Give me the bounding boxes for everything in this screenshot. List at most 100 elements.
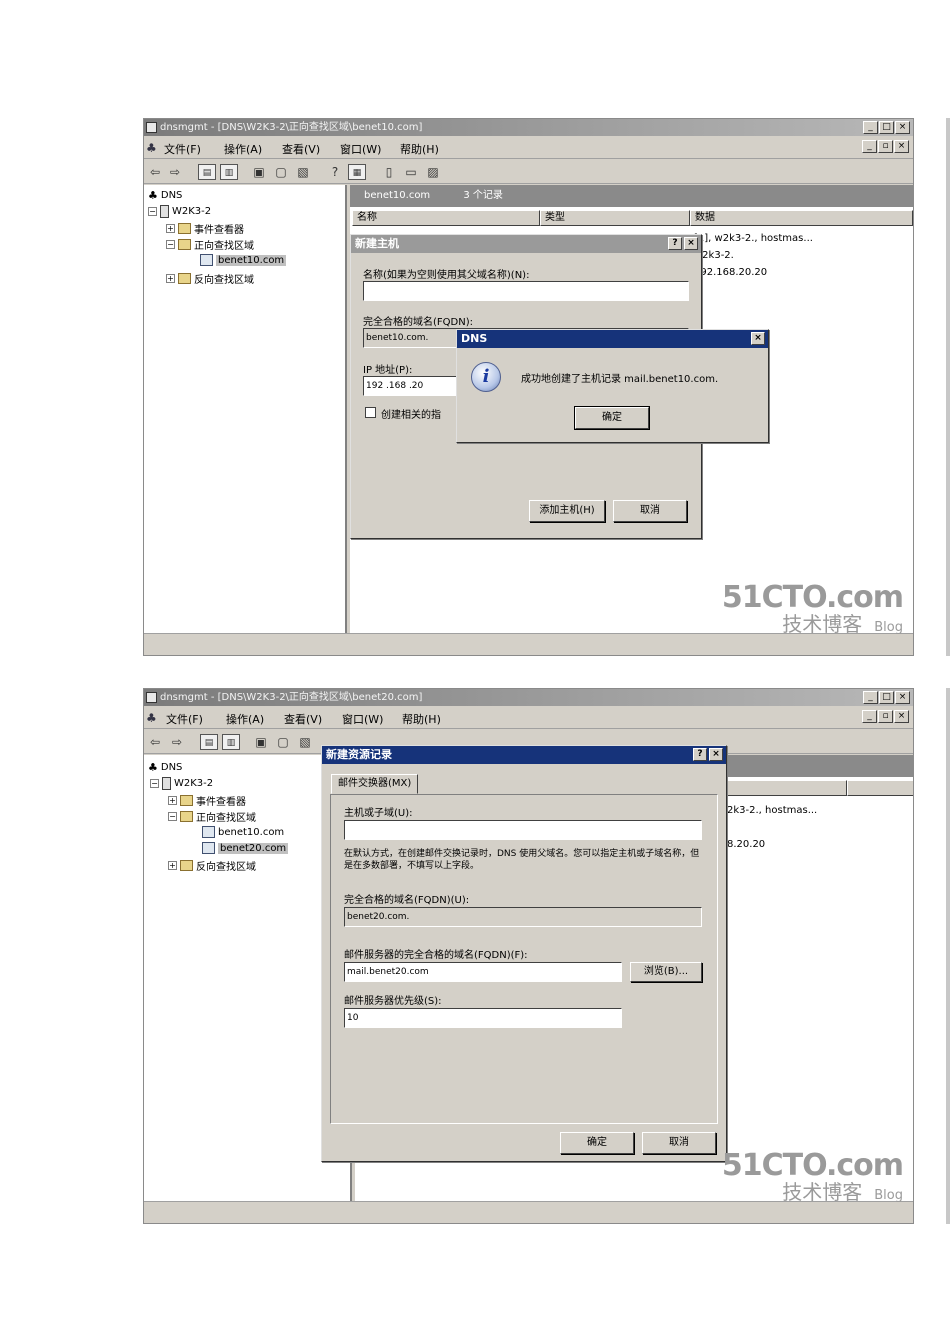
server-icon [162, 777, 171, 790]
tree-node-zone-benet20[interactable]: benet20.com [202, 842, 289, 854]
watermark-tagline: 技术博客 [782, 1180, 863, 1204]
mdi-close-button[interactable]: × [894, 140, 909, 153]
expand-icon[interactable]: + [168, 796, 177, 805]
collapse-icon[interactable]: − [166, 240, 175, 249]
tree-node-dns[interactable]: ♣ DNS [148, 189, 182, 202]
cancel-button[interactable]: 取消 [613, 500, 687, 522]
tree-node-event-viewer[interactable]: + 事件查看器 [168, 793, 246, 808]
priority-input[interactable]: 10 [344, 1008, 622, 1028]
record-icon[interactable]: ▨ [424, 164, 442, 180]
mail-server-input[interactable]: mail.benet20.com [344, 962, 622, 982]
mdi-minimize-button[interactable]: _ [862, 140, 877, 153]
cancel-button[interactable]: 取消 [642, 1132, 716, 1154]
console-view-icon[interactable]: ▦ [348, 164, 366, 180]
mdi-restore-button[interactable]: ▫ [878, 710, 893, 723]
menu-window[interactable]: 窗口(W) [340, 141, 381, 157]
tree-node-zone-benet10[interactable]: benet10.com [200, 254, 287, 266]
menu-window[interactable]: 窗口(W) [342, 711, 383, 727]
column-type[interactable]: 类型 [540, 210, 690, 226]
folder-icon [180, 860, 193, 871]
help-text: 在默认方式，在创建邮件交换记录时，DNS 使用父域名。您可以指定主机或子域名称，… [344, 849, 700, 871]
folder-icon [178, 239, 191, 250]
menu-view[interactable]: 查看(V) [282, 141, 320, 157]
maximize-button[interactable]: □ [879, 691, 894, 704]
close-button[interactable]: × [684, 237, 698, 250]
watermark-blog: Blog [874, 620, 903, 635]
menu-help[interactable]: 帮助(H) [400, 141, 439, 157]
mdi-close-button[interactable]: × [894, 710, 909, 723]
column-data[interactable]: 数据 [690, 210, 913, 226]
tree-node-forward-zones[interactable]: − 正向查找区域 [168, 809, 256, 824]
column-name[interactable]: 名称 [352, 210, 540, 226]
forward-arrow-icon[interactable]: ⇨ [166, 164, 184, 180]
close-button[interactable]: × [895, 691, 910, 704]
close-button[interactable]: × [709, 748, 723, 761]
tree-node-server[interactable]: − W2K3-2 [150, 777, 213, 790]
properties-icon[interactable]: ▣ [252, 734, 270, 750]
tree-node-forward-zones[interactable]: − 正向查找区域 [166, 237, 254, 252]
back-arrow-icon[interactable]: ⇦ [146, 734, 164, 750]
zone-icon[interactable]: ▭ [402, 164, 420, 180]
mail-server-label: 邮件服务器的完全合格的域名(FQDN)(F): [344, 950, 528, 961]
maximize-button[interactable]: □ [879, 121, 894, 134]
tree-node-dns[interactable]: ♣ DNS [148, 761, 182, 774]
browse-button[interactable]: 浏览(B)... [630, 962, 702, 982]
export-list-icon[interactable]: ▧ [294, 164, 312, 180]
show-tree-icon[interactable]: ▥ [222, 734, 240, 750]
fqdn-label: 完全合格的域名(FQDN): [363, 317, 473, 328]
expand-icon[interactable]: + [166, 224, 175, 233]
window-titlebar: dnsmgmt - [DNS\W2K3-2\正向查找区域\benet10.com… [144, 119, 913, 136]
collapse-icon[interactable]: − [168, 812, 177, 821]
tree-label: 正向查找区域 [194, 241, 254, 252]
mdi-restore-button[interactable]: ▫ [878, 140, 893, 153]
tree-label: 正向查找区域 [196, 813, 256, 824]
tree-node-zone-benet10[interactable]: benet10.com [202, 826, 284, 838]
menu-action[interactable]: 操作(A) [224, 141, 262, 157]
minimize-button[interactable]: _ [863, 691, 878, 704]
folder-icon [178, 273, 191, 284]
expand-icon[interactable]: + [166, 274, 175, 283]
tab-mx[interactable]: 邮件交换器(MX) [331, 774, 419, 794]
show-tree-icon[interactable]: ▥ [220, 164, 238, 180]
back-arrow-icon[interactable]: ⇦ [146, 164, 164, 180]
name-input[interactable] [363, 281, 689, 301]
zone-name: benet10.com [364, 190, 431, 201]
forward-arrow-icon[interactable]: ⇨ [168, 734, 186, 750]
menu-file[interactable]: 文件(F) [164, 141, 201, 157]
minimize-button[interactable]: _ [863, 121, 878, 134]
host-input[interactable] [344, 820, 702, 840]
up-folder-icon[interactable]: ▤ [198, 164, 216, 180]
properties-icon[interactable]: ▣ [250, 164, 268, 180]
host-label: 主机或子域(U): [344, 808, 413, 819]
collapse-icon[interactable]: − [148, 207, 157, 216]
close-button[interactable]: × [751, 332, 765, 345]
tree-node-reverse-zones[interactable]: + 反向查找区域 [168, 858, 256, 873]
refresh-icon[interactable]: ▢ [272, 164, 290, 180]
record-data: [1], w2k3-2., hostmas... [694, 233, 813, 244]
close-button[interactable]: × [895, 121, 910, 134]
help-icon[interactable]: ? [326, 164, 344, 180]
add-host-button[interactable]: 添加主机(H) [529, 500, 605, 522]
expand-icon[interactable]: + [168, 861, 177, 870]
console-icon: ♣ [146, 141, 157, 155]
column-header[interactable] [847, 780, 913, 796]
export-list-icon[interactable]: ▧ [296, 734, 314, 750]
collapse-icon[interactable]: − [150, 779, 159, 788]
refresh-icon[interactable]: ▢ [274, 734, 292, 750]
tree-node-reverse-zones[interactable]: + 反向查找区域 [166, 271, 254, 286]
help-button[interactable]: ? [693, 748, 707, 761]
tree-node-server[interactable]: − W2K3-2 [148, 205, 211, 218]
menu-view[interactable]: 查看(V) [284, 711, 322, 727]
ok-button[interactable]: 确定 [560, 1132, 634, 1154]
menu-action[interactable]: 操作(A) [226, 711, 264, 727]
ok-button[interactable]: 确定 [574, 406, 650, 430]
menu-help[interactable]: 帮助(H) [402, 711, 441, 727]
tree-label: benet20.com [218, 842, 289, 854]
mdi-minimize-button[interactable]: _ [862, 710, 877, 723]
create-ptr-checkbox[interactable] [365, 407, 376, 418]
menu-file[interactable]: 文件(F) [166, 711, 203, 727]
up-folder-icon[interactable]: ▤ [200, 734, 218, 750]
tree-node-event-viewer[interactable]: + 事件查看器 [166, 221, 244, 236]
server-icon[interactable]: ▯ [380, 164, 398, 180]
help-button[interactable]: ? [668, 237, 682, 250]
